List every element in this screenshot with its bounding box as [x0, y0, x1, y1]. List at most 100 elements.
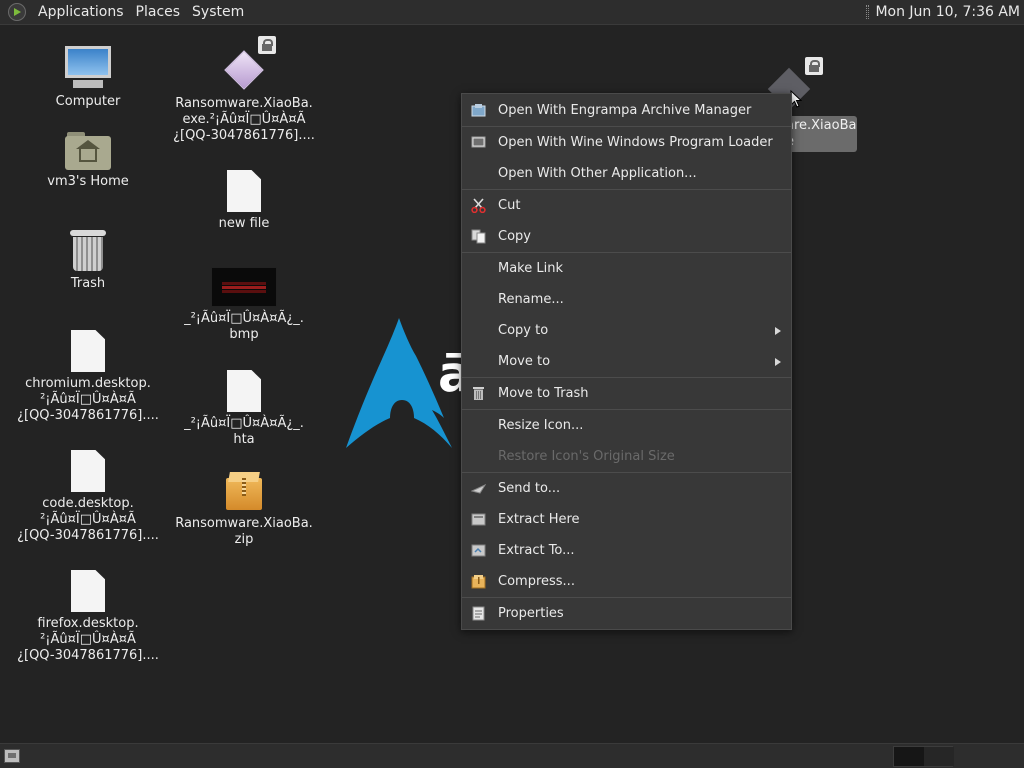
panel-handle-icon[interactable]	[866, 5, 870, 19]
desktop-icon-label: vm3's Home	[47, 174, 129, 189]
zip-archive-icon	[226, 472, 262, 512]
scissors-icon	[471, 198, 486, 213]
menu-item-label: Restore Icon's Original Size	[498, 449, 675, 464]
desktop-icon-label: ¿[QQ-3047861776]....	[17, 408, 159, 423]
archive-manager-icon	[471, 104, 486, 117]
menu-item-move-to[interactable]: Move to	[462, 346, 791, 377]
menu-item-label: Move to Trash	[498, 386, 589, 401]
menu-item-label: Open With Engrampa Archive Manager	[498, 103, 752, 118]
desktop-icon-label: ²¡Ãû¤Ï□Û¤À¤Ã	[40, 632, 136, 647]
menu-item-restore-icon-size: Restore Icon's Original Size	[462, 441, 791, 472]
encrypted-exe-icon	[222, 36, 276, 92]
desktop-icon-firefox-desktop[interactable]: firefox.desktop. ²¡Ãû¤Ï□Û¤À¤Ã ¿[QQ-30478…	[13, 570, 163, 664]
menu-item-move-to-trash[interactable]: Move to Trash	[462, 378, 791, 409]
bottom-panel	[0, 743, 1024, 768]
file-icon	[71, 450, 105, 492]
menu-item-resize-icon[interactable]: Resize Icon...	[462, 410, 791, 441]
properties-icon	[472, 606, 485, 621]
desktop-icon-hta[interactable]: _²¡Ãû¤Ï□Û¤À¤Ã¿_. hta	[169, 370, 319, 448]
desktop-icon-label: zip	[234, 532, 254, 547]
menu-item-label: Open With Other Application...	[498, 166, 697, 181]
panel-clock[interactable]: Mon Jun 10, 7:36 AM	[875, 4, 1020, 20]
system-menu[interactable]: System	[186, 0, 250, 25]
desktop-icon-label: ²¡Ãû¤Ï□Û¤À¤Ã	[40, 512, 136, 527]
desktop-icon-ransomware-exe[interactable]: Ransomware.XiaoBa. exe.²¡Ãû¤Ï□Û¤À¤Ã ¿[QQ…	[169, 36, 319, 144]
desktop-icon-ransomware-zip[interactable]: Ransomware.XiaoBa. zip	[169, 472, 319, 548]
menu-item-label: Extract Here	[498, 512, 580, 527]
bmp-thumbnail-icon	[211, 267, 277, 307]
menu-item-open-with-other[interactable]: Open With Other Application...	[462, 158, 791, 189]
desktop-icon-computer[interactable]: Computer	[13, 46, 163, 110]
menu-item-open-with-engrampa[interactable]: Open With Engrampa Archive Manager	[462, 95, 791, 126]
selected-icon-label-line: are.XiaoBa.	[786, 118, 857, 133]
desktop-icon-label: ¿[QQ-3047861776]....	[173, 128, 315, 143]
menu-item-compress[interactable]: Compress...	[462, 566, 791, 597]
desktop-icon-label: Computer	[55, 94, 121, 109]
desktop-icon-label: code.desktop.	[42, 496, 134, 511]
menu-item-label: Copy	[498, 229, 531, 244]
menu-item-rename[interactable]: Rename...	[462, 284, 791, 315]
desktop-icon-label: exe.²¡Ãû¤Ï□Û¤À¤Ã	[182, 112, 306, 127]
wine-loader-icon	[471, 136, 486, 148]
menu-item-extract-to[interactable]: Extract To...	[462, 535, 791, 566]
submenu-arrow-icon	[775, 358, 781, 366]
file-icon	[227, 170, 261, 212]
menu-item-label: Resize Icon...	[498, 418, 584, 433]
desktop-icon-label: ²¡Ãû¤Ï□Û¤À¤Ã	[40, 392, 136, 407]
menu-item-label: Send to...	[498, 481, 561, 496]
menu-item-label: Rename...	[498, 292, 564, 307]
desktop-icon-label: new file	[218, 216, 270, 231]
desktop-icon-label: ¿[QQ-3047861776]....	[17, 648, 159, 663]
top-panel: Applications Places System Mon Jun 10, 7…	[0, 0, 1024, 25]
extract-here-icon	[471, 513, 486, 526]
desktop-icon-trash[interactable]: Trash	[13, 230, 163, 292]
desktop-icon-bmp[interactable]: _²¡Ãû¤Ï□Û¤À¤Ã¿_. bmp	[169, 267, 319, 343]
desktop-icon-label: bmp	[229, 327, 259, 342]
menu-item-label: Properties	[498, 606, 564, 621]
workspace-switcher[interactable]	[893, 746, 954, 767]
menu-item-make-link[interactable]: Make Link	[462, 253, 791, 284]
menu-item-label: Open With Wine Windows Program Loader	[498, 135, 773, 150]
menu-item-label: Copy to	[498, 323, 549, 338]
menu-item-label: Compress...	[498, 574, 575, 589]
desktop-icon-label: Trash	[70, 276, 106, 291]
workspace-2[interactable]	[924, 747, 954, 766]
show-desktop-icon[interactable]	[4, 749, 20, 763]
context-menu: Open With Engrampa Archive Manager Open …	[461, 93, 792, 630]
menu-item-extract-here[interactable]: Extract Here	[462, 504, 791, 535]
desktop-icon-chromium-desktop[interactable]: chromium.desktop. ²¡Ãû¤Ï□Û¤À¤Ã ¿[QQ-3047…	[13, 330, 163, 424]
desktop-icon-code-desktop[interactable]: code.desktop. ²¡Ãû¤Ï□Û¤À¤Ã ¿[QQ-30478617…	[13, 450, 163, 544]
workspace-1[interactable]	[894, 747, 924, 766]
file-icon	[227, 370, 261, 412]
copy-icon	[471, 229, 486, 244]
send-to-icon	[471, 483, 486, 494]
menu-item-send-to[interactable]: Send to...	[462, 473, 791, 504]
mate-logo-icon[interactable]	[8, 3, 26, 21]
menu-item-label: Make Link	[498, 261, 563, 276]
home-folder-icon	[65, 130, 111, 170]
menu-item-copy[interactable]: Copy	[462, 221, 791, 252]
extract-to-icon	[471, 544, 486, 557]
desktop-icon-label: _²¡Ãû¤Ï□Û¤À¤Ã¿_.	[184, 311, 304, 326]
menu-item-cut[interactable]: Cut	[462, 190, 791, 221]
desktop-icon-label: Ransomware.XiaoBa.	[175, 516, 313, 531]
desktop-icon-label: _²¡Ãû¤Ï□Û¤À¤Ã¿_.	[184, 416, 304, 431]
computer-icon	[63, 46, 113, 90]
file-icon	[71, 570, 105, 612]
menu-item-label: Extract To...	[498, 543, 575, 558]
menu-item-label: Cut	[498, 198, 521, 213]
file-icon	[71, 330, 105, 372]
selected-icon-label-line: e	[786, 134, 853, 150]
lock-icon	[258, 36, 276, 54]
menu-item-open-with-wine[interactable]: Open With Wine Windows Program Loader	[462, 127, 791, 158]
desktop-icon-label: firefox.desktop.	[37, 616, 139, 631]
menu-item-copy-to[interactable]: Copy to	[462, 315, 791, 346]
desktop-icon-label: chromium.desktop.	[25, 376, 151, 391]
lock-icon	[805, 57, 823, 75]
menu-item-properties[interactable]: Properties	[462, 598, 791, 629]
desktop-icon-label: hta	[233, 432, 255, 447]
desktop-icon-new-file[interactable]: new file	[169, 170, 319, 232]
desktop-icon-home[interactable]: vm3's Home	[13, 130, 163, 190]
places-menu[interactable]: Places	[130, 0, 187, 25]
applications-menu[interactable]: Applications	[32, 0, 130, 25]
